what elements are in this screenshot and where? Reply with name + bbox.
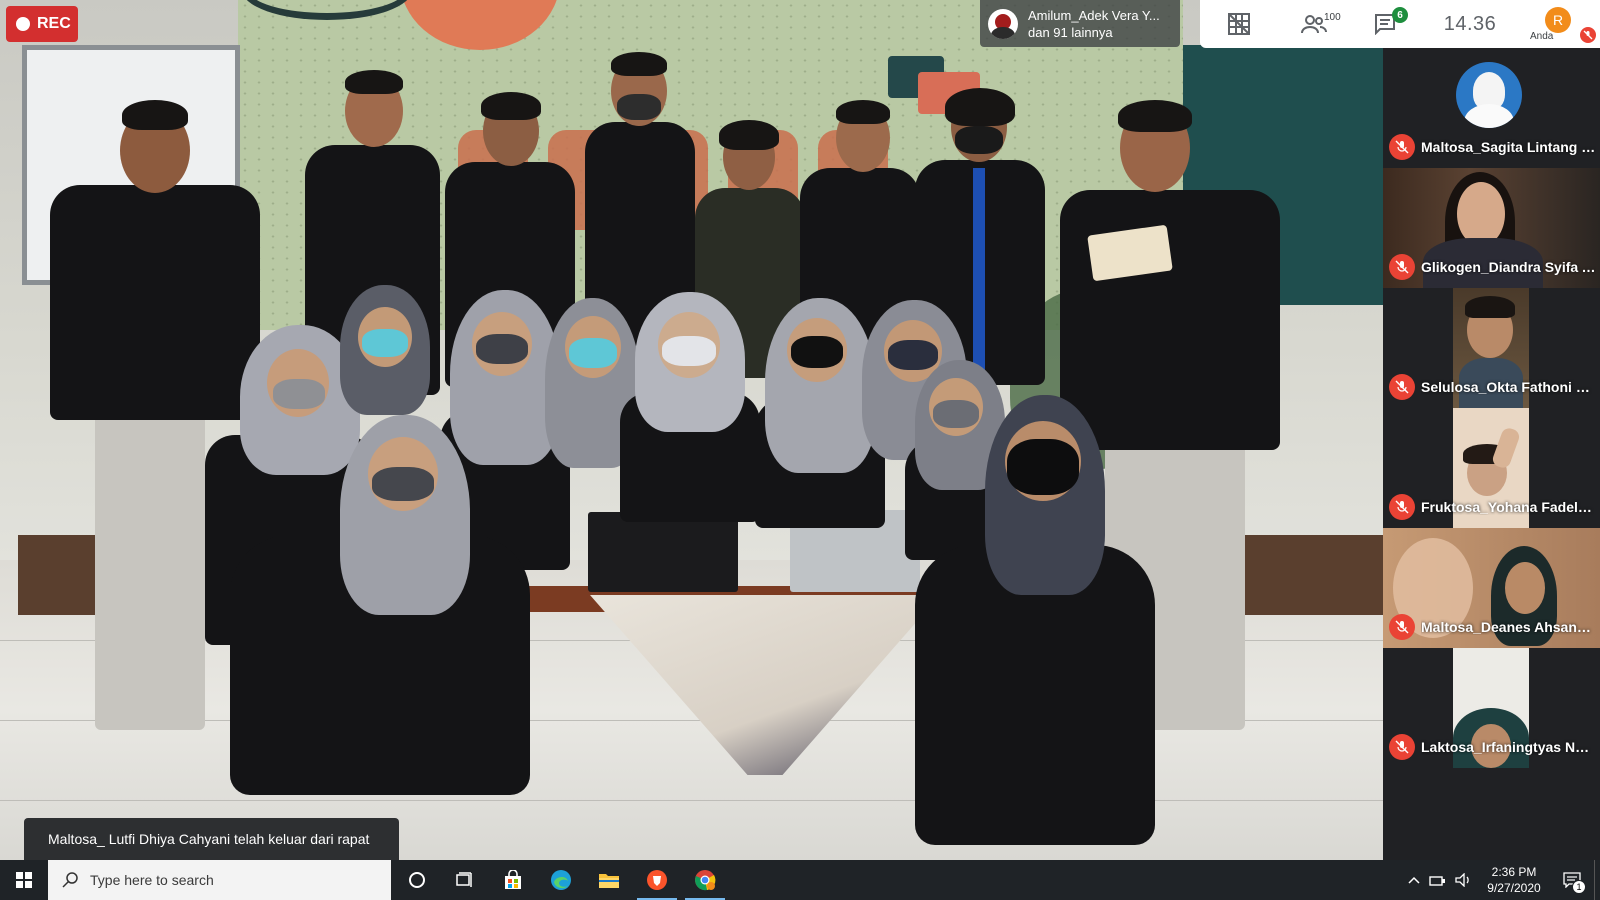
edge-browser-app[interactable] bbox=[537, 860, 585, 900]
show-hidden-icons-button[interactable] bbox=[1402, 860, 1426, 900]
participant-tile[interactable]: Glikogen_Diandra Syifa Au... bbox=[1383, 168, 1600, 288]
clock-time: 2:36 PM bbox=[1491, 865, 1537, 879]
task-view-icon bbox=[456, 872, 472, 887]
record-dot-icon bbox=[16, 17, 30, 31]
mic-off-icon bbox=[1389, 494, 1415, 520]
grid-layout-icon bbox=[1228, 13, 1250, 35]
chevron-up-icon bbox=[1408, 876, 1420, 884]
task-view-button[interactable] bbox=[441, 860, 489, 900]
participant-left-toast: Maltosa_ Lutfi Dhiya Cahyani telah kelua… bbox=[24, 818, 399, 860]
participants-button[interactable]: 100 bbox=[1278, 0, 1350, 48]
person bbox=[915, 395, 1155, 845]
chrome-browser-app[interactable] bbox=[681, 860, 729, 900]
laptop bbox=[588, 512, 738, 592]
network-icon bbox=[1429, 876, 1445, 886]
windows-taskbar: Type here to search 2:36 PM 9/27/2020 1 bbox=[0, 860, 1600, 900]
person bbox=[340, 285, 440, 435]
action-center-button[interactable]: 1 bbox=[1550, 860, 1594, 900]
participant-tile[interactable]: Maltosa_Sagita Lintang C... bbox=[1383, 48, 1600, 168]
mic-off-icon bbox=[1389, 134, 1415, 160]
participant-name: Laktosa_Irfaningtyas Nur ... bbox=[1421, 739, 1596, 755]
system-tray: 2:36 PM 9/27/2020 1 bbox=[1402, 860, 1600, 900]
self-mic-off-icon bbox=[1580, 27, 1596, 43]
mic-off-icon bbox=[1389, 734, 1415, 760]
participant-tile[interactable]: Selulosa_Okta Fathoni Kur... bbox=[1383, 288, 1600, 408]
taskbar-search-box[interactable]: Type here to search bbox=[48, 860, 391, 900]
participant-name: Maltosa_Deanes Ahsana ... bbox=[1421, 619, 1596, 635]
mic-off-icon bbox=[1389, 614, 1415, 640]
speaker-avatar bbox=[988, 8, 1018, 39]
mic-off-icon bbox=[1389, 374, 1415, 400]
show-desktop-button[interactable] bbox=[1594, 860, 1600, 900]
self-avatar: R bbox=[1545, 7, 1571, 33]
layout-button[interactable] bbox=[1200, 0, 1278, 48]
active-speaker-chip[interactable]: Amilum_Adek Vera Y... dan 91 lainnya bbox=[980, 0, 1180, 47]
meeting-toolbar: 100 6 14.36 R Anda bbox=[1200, 0, 1600, 48]
recording-badge: REC bbox=[6, 6, 78, 42]
participant-name: Maltosa_Sagita Lintang C... bbox=[1421, 139, 1596, 155]
cortana-button[interactable] bbox=[393, 860, 441, 900]
taskbar-clock[interactable]: 2:36 PM 9/27/2020 bbox=[1478, 864, 1550, 896]
person bbox=[620, 292, 760, 522]
person bbox=[230, 415, 530, 795]
brave-lion-icon bbox=[647, 870, 667, 890]
speaker-name: Amilum_Adek Vera Y... bbox=[1028, 7, 1160, 23]
participant-count: 100 bbox=[1324, 12, 1341, 23]
speaker-others: dan 91 lainnya bbox=[1028, 24, 1113, 40]
clock-date: 9/27/2020 bbox=[1487, 881, 1541, 895]
self-account[interactable]: R Anda bbox=[1520, 0, 1596, 48]
participant-strip: Maltosa_Sagita Lintang C... Glikogen_Dia… bbox=[1383, 48, 1600, 860]
cortana-circle-icon bbox=[409, 872, 425, 888]
meeting-time: 14.36 bbox=[1443, 12, 1497, 35]
mic-off-icon bbox=[1389, 254, 1415, 280]
participant-tile[interactable]: Maltosa_Deanes Ahsana ... bbox=[1383, 528, 1600, 648]
participant-name: Glikogen_Diandra Syifa Au... bbox=[1421, 259, 1596, 275]
windows-logo-icon bbox=[16, 872, 32, 888]
participant-tile[interactable]: Laktosa_Irfaningtyas Nur ... bbox=[1383, 648, 1600, 768]
participant-tile[interactable]: Fruktosa_Yohana Fadela K... bbox=[1383, 408, 1600, 528]
recording-label: REC bbox=[37, 15, 71, 32]
start-button[interactable] bbox=[0, 860, 48, 900]
speaker-icon bbox=[1455, 873, 1469, 887]
participant-name: Fruktosa_Yohana Fadela K... bbox=[1421, 499, 1596, 515]
brave-browser-app[interactable] bbox=[633, 860, 681, 900]
main-video-feed bbox=[0, 0, 1383, 860]
self-label: Anda bbox=[1530, 31, 1554, 42]
chat-button[interactable]: 6 bbox=[1350, 0, 1420, 48]
network-button[interactable] bbox=[1426, 860, 1450, 900]
notification-count-badge: 1 bbox=[1572, 880, 1586, 894]
chat-unread-badge: 6 bbox=[1392, 7, 1408, 23]
edge-icon bbox=[551, 870, 571, 890]
search-placeholder: Type here to search bbox=[90, 872, 214, 888]
folder-icon bbox=[599, 874, 619, 888]
volume-button[interactable] bbox=[1450, 860, 1478, 900]
store-bag-icon bbox=[505, 870, 521, 889]
participant-name: Selulosa_Okta Fathoni Kur... bbox=[1421, 379, 1596, 395]
meeting-clock: 14.36 bbox=[1420, 0, 1520, 48]
participant-avatar bbox=[1456, 62, 1522, 128]
chrome-icon bbox=[695, 870, 716, 891]
toast-message: Maltosa_ Lutfi Dhiya Cahyani telah kelua… bbox=[48, 831, 370, 847]
microsoft-store-app[interactable] bbox=[489, 860, 537, 900]
file-explorer-app[interactable] bbox=[585, 860, 633, 900]
search-icon bbox=[62, 872, 78, 888]
